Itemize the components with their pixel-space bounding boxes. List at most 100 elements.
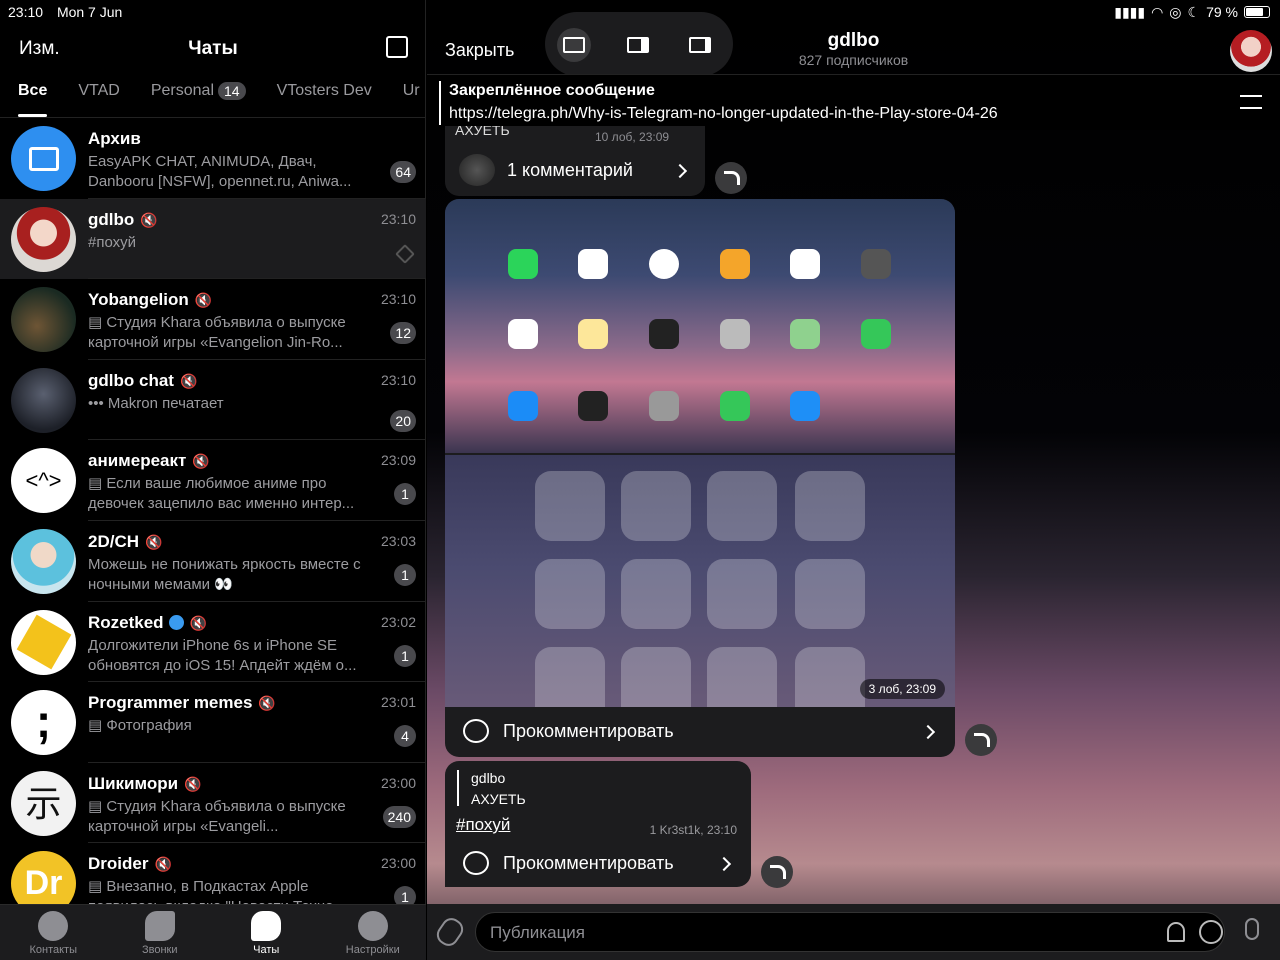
settings-icon (649, 391, 679, 421)
phone-icon (144, 911, 175, 941)
folder-utilities-icon (707, 471, 777, 541)
muted-icon: 🔇 (154, 856, 172, 873)
avatar (11, 287, 76, 353)
chat-preview: ▤ Студия Khara объявила о выпуске карточ… (88, 314, 346, 352)
chat-item-gdlbo[interactable]: gdlbo 🔇 23:10 #похуй (0, 198, 426, 280)
tab-bar: Контакты Звонки Чаты Настройки (0, 904, 426, 960)
page-title: Чаты (188, 38, 238, 59)
chat-name: gdlbo 🔇 (88, 209, 158, 229)
compose-icon[interactable] (386, 36, 408, 58)
chat-item-2dch[interactable]: 2D/CH 🔇 23:03 Можешь не понижать яркость … (0, 521, 426, 602)
share-icon[interactable] (715, 162, 747, 194)
maps-icon (790, 319, 820, 349)
chat-time: 23:01 (380, 694, 416, 711)
chat-item-programmer-memes[interactable]: ; Programmer memes 🔇 23:01 ▤ Фотография 4 (0, 682, 426, 763)
voice-memos-icon (649, 319, 679, 349)
schedule-icon[interactable] (1199, 920, 1223, 944)
channel-header: Закрыть gdlbo 827 подписчиков (427, 12, 1280, 76)
chat-item-archive[interactable]: Архив EasyAPK CHAT, ANIMUDA, Двач, Danbo… (0, 118, 426, 199)
message-bubble[interactable]: gdlbo АХУЕТЬ #похуй 1 Kr3st1k, 23:10 Про… (445, 761, 751, 887)
pinned-title: Закреплённое сообщение (449, 82, 655, 99)
chat-time: 23:10 (380, 291, 416, 308)
photo[interactable] (445, 199, 955, 453)
reply-text: АХУЕТЬ (471, 791, 526, 807)
home-icon (720, 249, 750, 279)
comment-row[interactable]: Прокомментировать (445, 707, 955, 757)
folder-icon (707, 647, 777, 707)
unread-badge: 64 (390, 161, 416, 183)
folder-games-icon (535, 559, 605, 629)
chat-time: 23:03 (380, 532, 416, 549)
chat-list: Архив EasyAPK CHAT, ANIMUDA, Двач, Danbo… (0, 118, 426, 904)
share-icon[interactable] (965, 724, 997, 756)
subscriber-count: 827 подписчиков (798, 52, 909, 68)
unread-badge: 20 (390, 409, 416, 432)
chat-time: 23:10 (380, 371, 416, 388)
message-meta: 10 лоб, 23:09 (595, 130, 670, 144)
chat-item-yobangelion[interactable]: Yobangelion 🔇 23:10 ▤ Студия Khara объяви… (0, 279, 426, 360)
avatar: <^> (11, 448, 76, 514)
hashtag-link[interactable]: #похуй (456, 815, 510, 835)
tab-calls[interactable]: Звонки (107, 905, 214, 960)
avatar: ; (11, 690, 76, 756)
verified-icon (168, 614, 184, 630)
comment-button[interactable]: Прокомментировать (503, 853, 674, 874)
chat-preview: ▤ Фотография (88, 717, 192, 735)
channel-panel: Закрыть gdlbo 827 подписчиков Закреплённ… (427, 0, 1280, 960)
muted-icon: 🔇 (189, 614, 208, 631)
unread-badge: 1 (394, 886, 416, 904)
chat-time: 23:09 (380, 452, 416, 469)
contacts-icon (720, 319, 750, 349)
chat-item-animereact[interactable]: <^> анимереакт 🔇 23:09 ▤ Если ваше любимо… (0, 440, 426, 521)
folder-tab-all[interactable]: Все (18, 72, 48, 117)
microphone-icon[interactable] (1245, 918, 1259, 940)
share-icon[interactable] (761, 856, 793, 888)
reply-indicator (457, 770, 459, 806)
unread-badge: 1 (394, 644, 416, 667)
chevron-right-icon (920, 724, 936, 740)
chevron-right-icon (716, 856, 732, 872)
photos-icon (790, 249, 820, 279)
folder-tab-ur[interactable]: Ur (403, 72, 420, 117)
chat-item-droider[interactable]: Dr Droider 🔇 23:00 ▤ Внезапно, в Подкаста… (0, 843, 426, 904)
folder-tab-vtosters-dev[interactable]: VTosters Dev (277, 72, 372, 117)
chat-preview: EasyAPK CHAT, ANIMUDA, Двач, Danbooru [N… (88, 153, 352, 190)
chevron-right-icon (672, 163, 688, 179)
chat-name: Шикимори 🔇 (88, 773, 202, 793)
folder-tab-personal[interactable]: Personal 14 (151, 72, 246, 117)
message-input[interactable]: Публикация (475, 912, 1225, 952)
pinned-text: https://telegra.ph/Why-is-Telegram-no-lo… (449, 105, 998, 122)
album-message[interactable]: 3 лоб, 23:09 Прокомментировать (445, 199, 955, 757)
channel-avatar[interactable] (1230, 30, 1272, 72)
channel-title[interactable]: gdlbo (427, 30, 1280, 52)
commenter-avatar (459, 154, 495, 186)
attach-icon[interactable] (432, 914, 468, 950)
tab-chats[interactable]: Чаты (213, 905, 320, 960)
message-bubble[interactable]: АХУЕТЬ 10 лоб, 23:09 1 комментарий (445, 126, 705, 196)
battery-percent: 79 % (1206, 4, 1238, 20)
files-icon (790, 391, 820, 421)
avatar (11, 528, 76, 594)
chat-item-gdlbo-chat[interactable]: gdlbo chat 🔇 23:10 ••• Makron печатает 20 (0, 360, 426, 441)
chat-preview: ▤ Если ваше любимое аниме про девочек за… (88, 475, 355, 513)
tab-settings[interactable]: Настройки (320, 905, 427, 960)
comment-button[interactable]: Прокомментировать (503, 721, 674, 742)
chat-list-panel: Изм. Чаты Все VTAD Personal 14 VTosters D… (0, 0, 426, 960)
tab-contacts[interactable]: Контакты (0, 905, 107, 960)
pinned-indicator (439, 81, 441, 125)
pinned-message-bar[interactable]: Закреплённое сообщение https://telegra.p… (427, 74, 1280, 130)
bell-icon[interactable] (1167, 922, 1185, 942)
muted-icon: 🔇 (194, 292, 213, 309)
photo[interactable] (445, 455, 955, 707)
folder-tab-vtad[interactable]: VTAD (78, 72, 119, 117)
comments-link[interactable]: 1 комментарий (507, 160, 633, 181)
chat-name: анимереакт 🔇 (88, 451, 210, 471)
chat-item-rozetked[interactable]: Rozetked 🔇 23:02 Долгожители iPhone 6s и … (0, 602, 426, 683)
muted-icon: 🔇 (145, 533, 163, 550)
pin-list-icon[interactable] (1240, 95, 1262, 109)
muted-icon: 🔇 (258, 695, 276, 712)
chat-item-shikimori[interactable]: 示 Шикимори 🔇 23:00 ▤ Студия Khara объявил… (0, 763, 426, 844)
chat-preview: ••• Makron печатает (88, 394, 224, 412)
folder-other-icon (621, 559, 691, 629)
message-meta: 3 лоб, 23:09 (859, 679, 945, 699)
